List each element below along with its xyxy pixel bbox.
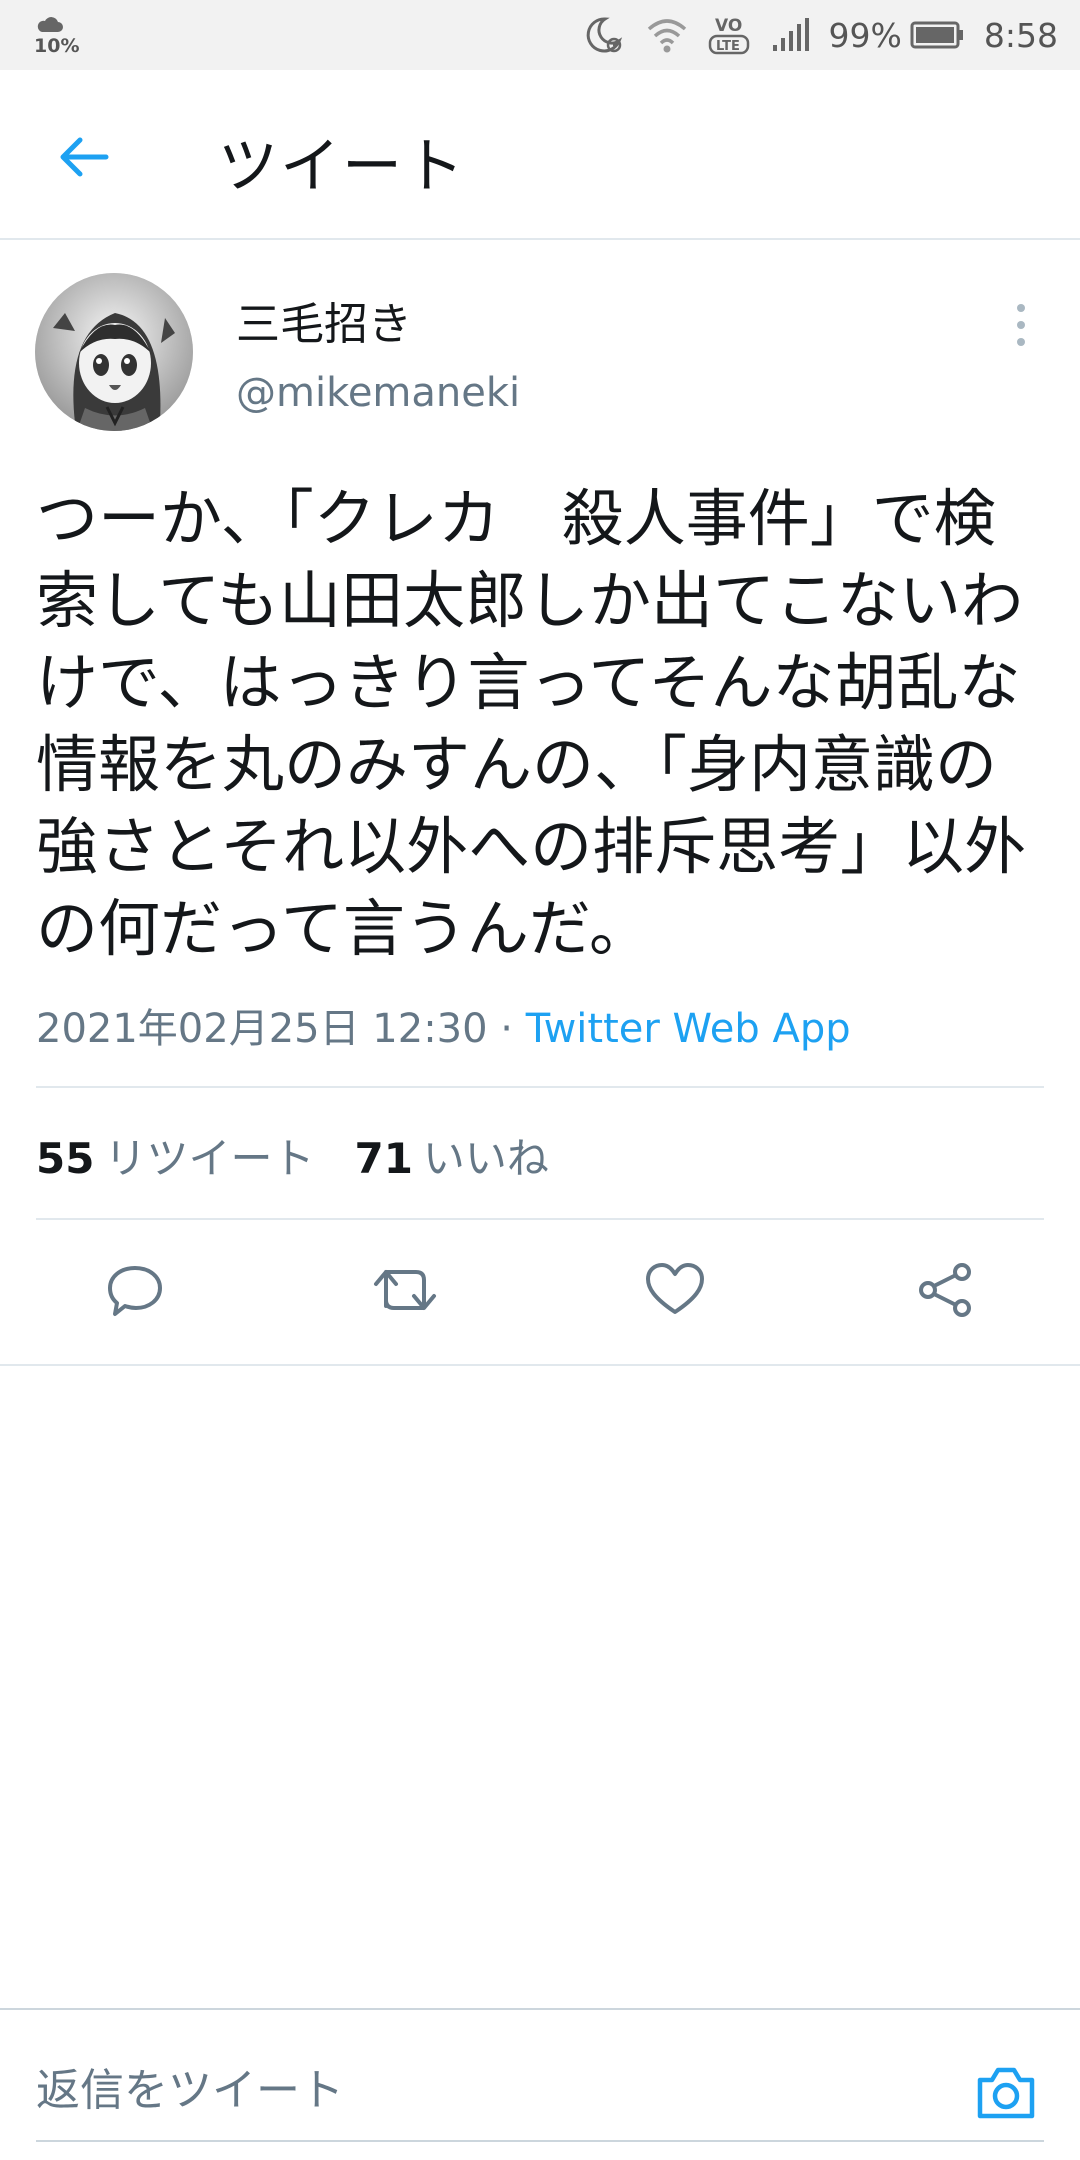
page-title: ツイート: [218, 132, 466, 202]
reply-underline: [36, 2140, 1044, 2142]
signal-strength-icon: [772, 18, 809, 51]
back-arrow-icon[interactable]: [54, 127, 114, 187]
more-options-icon[interactable]: [1006, 300, 1036, 350]
meta-separator: ·: [487, 1006, 526, 1052]
volte-lte-icon: VO LTE: [708, 16, 749, 55]
wifi-icon: [647, 19, 686, 53]
reply-button[interactable]: [100, 1255, 170, 1325]
avatar[interactable]: [35, 273, 193, 431]
tweet-text: つーか、「クレカ 殺人事件」で検索しても山田太郎しか出てこないわけで、はっきり言…: [36, 482, 1027, 965]
author-display-name[interactable]: 三毛招き: [236, 288, 412, 352]
tweet-actions: [0, 1255, 1080, 1325]
like-stat[interactable]: 71 いいね: [354, 1125, 548, 1186]
tweet-stats: 55 リツイート 71 いいね: [36, 1125, 549, 1186]
heart-icon: [646, 1263, 704, 1314]
avatar-anime-girl-image: [35, 273, 193, 431]
reply-bar: 返信をツイート: [0, 2008, 1080, 2160]
like-label: いいね: [422, 1134, 549, 1183]
retweet-count: 55: [36, 1134, 95, 1183]
tweet-source-link[interactable]: Twitter Web App: [526, 1006, 851, 1052]
status-bar: 10% VO LTE 99% 8:58: [0, 0, 1080, 70]
like-count: 71: [354, 1134, 413, 1183]
svg-text:VO: VO: [715, 16, 742, 36]
battery-percent: 99%: [828, 15, 902, 55]
battery-icon: [910, 21, 963, 49]
cloud-icon: [37, 16, 63, 32]
retweet-icon: [374, 1270, 436, 1310]
divider: [36, 1086, 1044, 1088]
reply-input[interactable]: 返信をツイート: [36, 2054, 344, 2118]
like-button[interactable]: [640, 1255, 710, 1325]
retweet-button[interactable]: [370, 1255, 440, 1325]
weather-widget: 10%: [34, 15, 79, 56]
tweet-meta: 2021年02月25日 12:30 · Twitter Web App: [36, 996, 851, 1054]
retweet-stat[interactable]: 55 リツイート: [36, 1125, 314, 1186]
divider: [36, 1218, 1044, 1220]
author-handle[interactable]: @mikemaneki: [236, 370, 520, 416]
reply-icon: [108, 1266, 162, 1316]
share-button[interactable]: [910, 1255, 980, 1325]
divider: [0, 1364, 1080, 1366]
share-icon: [919, 1263, 971, 1317]
do-not-disturb-moon-icon: [586, 17, 622, 53]
top-app-bar: ツイート: [0, 70, 1080, 240]
camera-icon[interactable]: [974, 2064, 1038, 2120]
svg-text:LTE: LTE: [716, 39, 740, 54]
temperature-label: 10%: [34, 34, 80, 57]
retweet-label: リツイート: [104, 1134, 315, 1183]
clock: 8:58: [983, 15, 1058, 55]
tweet-timestamp: 2021年02月25日 12:30: [36, 1006, 488, 1052]
